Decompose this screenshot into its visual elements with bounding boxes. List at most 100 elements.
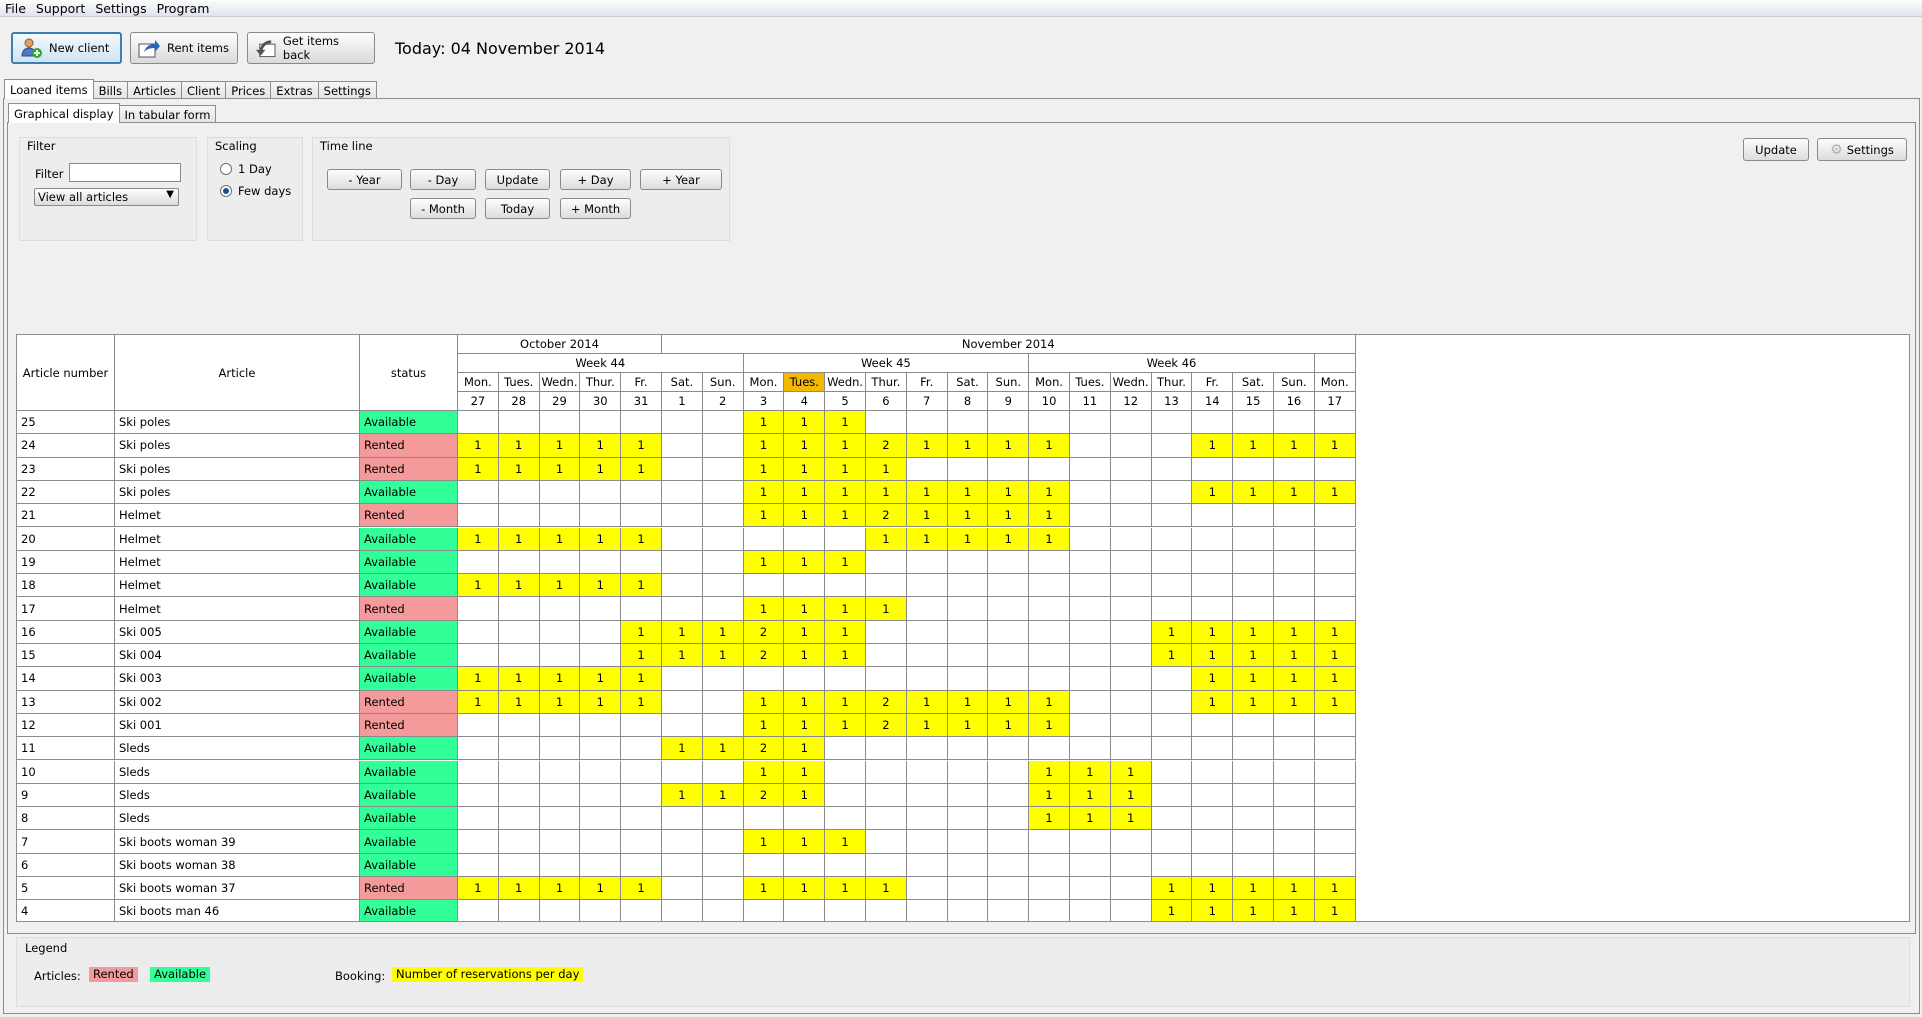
filter-input[interactable] [69, 163, 181, 182]
date-header: 2 [702, 392, 744, 411]
empty-day-cell [743, 574, 785, 598]
article-filter-dropdown[interactable]: View all articles ▼ [34, 188, 179, 206]
radio-off-icon [220, 163, 232, 175]
tab-loaned-items[interactable]: Loaned items [4, 79, 94, 99]
article-name-cell: Ski 003 [115, 667, 360, 691]
booking-cell: 1 [784, 550, 826, 575]
booking-cell: 1 [866, 480, 907, 505]
booking-cell: 2 [743, 620, 785, 644]
tab-client[interactable]: Client [180, 81, 227, 99]
empty-day-cell [743, 527, 785, 551]
empty-day-cell [621, 830, 662, 854]
booking-cell: 1 [458, 574, 499, 598]
empty-day-cell [1070, 457, 1111, 481]
empty-day-cell [906, 597, 948, 621]
day-header: Mon. [743, 373, 785, 392]
empty-day-cell [1192, 737, 1234, 761]
empty-day-cell [1192, 597, 1234, 621]
tab-settings[interactable]: Settings [317, 81, 377, 99]
empty-day-cell [1070, 597, 1111, 621]
empty-day-cell [580, 480, 622, 505]
status-badge: Rented [360, 504, 458, 528]
empty-day-cell [662, 527, 703, 551]
scaling-few-days-radio[interactable]: Few days [220, 184, 291, 198]
empty-day-cell [539, 713, 581, 738]
booking-cell: 1 [662, 620, 703, 644]
timeline-update-button[interactable]: Update [485, 169, 550, 190]
booking-cell: 1 [988, 527, 1030, 551]
booking-cell: 1 [458, 527, 499, 551]
booking-cell: 1 [1029, 527, 1070, 551]
booking-cell: 1 [662, 644, 703, 668]
booking-cell: 1 [1070, 783, 1111, 808]
empty-day-cell [866, 620, 907, 644]
empty-day-cell [498, 480, 540, 505]
empty-day-cell [1070, 480, 1111, 505]
menu-support[interactable]: Support [31, 0, 90, 16]
empty-day-cell [906, 783, 948, 808]
empty-day-cell [1070, 620, 1111, 644]
empty-day-cell [662, 597, 703, 621]
booking-cell: 1 [580, 667, 622, 691]
minus-month-button[interactable]: - Month [410, 198, 476, 219]
booking-cell: 1 [662, 783, 703, 808]
empty-day-cell [621, 504, 662, 528]
minus-year-button[interactable]: - Year [327, 169, 402, 190]
empty-day-cell [662, 830, 703, 854]
settings-button[interactable]: ⚙ Settings [1817, 138, 1907, 161]
empty-day-cell [866, 411, 907, 435]
tab-bills[interactable]: Bills [92, 81, 129, 99]
empty-day-cell [988, 644, 1030, 668]
empty-day-cell [539, 480, 581, 505]
get-items-back-button[interactable]: Get items back [247, 32, 375, 64]
loaned-items-panel: Graphical display In tabular form Filter… [3, 98, 1920, 1014]
booking-cell: 1 [784, 411, 826, 435]
empty-day-cell [1314, 597, 1356, 621]
day-header: Thur. [1151, 373, 1193, 392]
rent-items-button[interactable]: Rent items [130, 32, 238, 64]
empty-day-cell [825, 527, 866, 551]
empty-day-cell [1233, 411, 1274, 435]
menu-program[interactable]: Program [152, 0, 215, 16]
tab-graphical-display[interactable]: Graphical display [8, 103, 120, 123]
article-number-cell: 23 [17, 457, 115, 481]
empty-day-cell [1070, 830, 1111, 854]
booking-cell: 1 [784, 713, 826, 738]
empty-day-cell [947, 900, 989, 921]
booking-cell: 1 [866, 877, 907, 901]
article-name-cell: Ski poles [115, 434, 360, 458]
today-button[interactable]: Today [485, 198, 550, 219]
minus-day-button[interactable]: - Day [410, 169, 476, 190]
new-client-button[interactable]: New client [11, 32, 122, 64]
empty-day-cell [1233, 807, 1274, 831]
booking-cell: 1 [621, 690, 662, 714]
menu-settings[interactable]: Settings [90, 0, 151, 16]
article-name-cell: Ski 001 [115, 713, 360, 738]
scaling-1-day-radio[interactable]: 1 Day [220, 162, 272, 176]
tab-extras[interactable]: Extras [270, 81, 319, 99]
plus-year-button[interactable]: + Year [640, 169, 722, 190]
booking-cell: 1 [784, 504, 826, 528]
empty-day-cell [458, 830, 499, 854]
booking-cell: 1 [906, 434, 948, 458]
empty-day-cell [988, 853, 1030, 877]
empty-day-cell [1274, 853, 1315, 877]
day-header: Wedn. [825, 373, 866, 392]
empty-day-cell [988, 550, 1030, 575]
empty-day-cell [825, 667, 866, 691]
article-name-cell: Helmet [115, 550, 360, 575]
tab-articles[interactable]: Articles [127, 81, 182, 99]
empty-day-cell [662, 504, 703, 528]
tab-prices[interactable]: Prices [225, 81, 272, 99]
plus-day-button[interactable]: + Day [560, 169, 631, 190]
menu-file[interactable]: File [0, 0, 31, 16]
booking-cell: 1 [580, 877, 622, 901]
empty-day-cell [539, 807, 581, 831]
tab-tabular-form[interactable]: In tabular form [118, 105, 217, 123]
toolbar: New client Rent items Get items back Tod… [0, 18, 1922, 74]
plus-month-button[interactable]: + Month [560, 198, 631, 219]
date-header: 12 [1110, 392, 1152, 411]
article-name-cell: Helmet [115, 574, 360, 598]
update-button[interactable]: Update [1743, 138, 1809, 161]
empty-day-cell [1110, 597, 1152, 621]
